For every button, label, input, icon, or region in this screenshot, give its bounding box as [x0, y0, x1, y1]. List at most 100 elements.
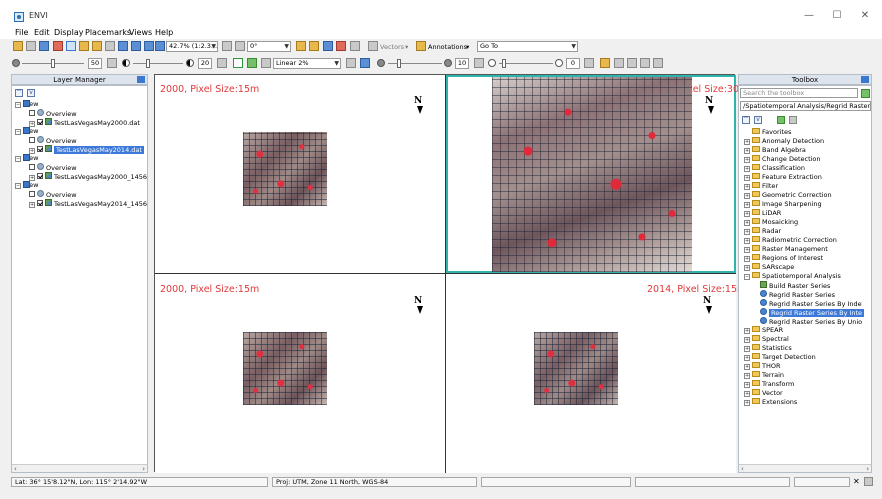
view-grid[interactable]: 2000, Pixel Size:15m N 2014, Pixel Size:… [154, 74, 748, 473]
view-2[interactable]: 2014, Pixel Size:30m N [446, 75, 748, 273]
toolbox-folder[interactable]: + Radar [744, 227, 781, 236]
toolbox-folder[interactable]: + Raster Management [744, 245, 828, 254]
overview-checkbox[interactable] [29, 137, 35, 143]
toolbox-tool[interactable]: Regrid Raster Series By Unio [760, 317, 862, 326]
view-4[interactable]: 2014, Pixel Size:15m N [446, 274, 746, 473]
toolbox-path-field[interactable]: /Spatiotemporal Analysis/Regrid Raster [740, 101, 871, 111]
toolbox-hscroll[interactable]: ‹ › [739, 464, 871, 473]
expand-icon[interactable]: + [744, 364, 750, 370]
tree-view-3[interactable]: − View [15, 154, 38, 163]
contrast-slider[interactable] [146, 59, 150, 68]
tree-layer-2[interactable]: + TestLasVegasMay2014.dat [29, 145, 144, 154]
expand-icon[interactable]: + [744, 166, 750, 172]
menu-placemarks[interactable]: Placemarks [85, 28, 131, 37]
rotate-right-icon[interactable] [235, 41, 245, 51]
select-cursor-icon[interactable] [66, 41, 76, 51]
full-extent-icon[interactable] [155, 41, 165, 51]
portal-icon[interactable] [614, 58, 624, 68]
roi-tool-icon[interactable] [336, 41, 346, 51]
rotation-combo[interactable]: 0° ▼ [247, 41, 291, 52]
annotation-text-icon[interactable] [350, 41, 360, 51]
overview-checkbox[interactable] [29, 191, 35, 197]
toolbox-folder[interactable]: + Radiometric Correction [744, 236, 837, 245]
toolbox-tool[interactable]: Regrid Raster Series [760, 290, 835, 299]
vector-tool-icon[interactable] [368, 41, 378, 51]
collapse-icon[interactable]: − [744, 274, 750, 280]
collapse-all-icon[interactable]: ^ [15, 89, 23, 97]
collapse-icon[interactable]: − [15, 102, 21, 108]
histogram-icon[interactable] [360, 58, 370, 68]
tree-layer-1[interactable]: + TestLasVegasMay2000.dat [29, 118, 140, 127]
sharpen-value[interactable]: 10 [455, 58, 469, 69]
expand-icon[interactable]: + [744, 175, 750, 181]
expand-icon[interactable]: + [744, 139, 750, 145]
toolbox-folder[interactable]: + Geometric Correction [744, 191, 832, 200]
toolbox-tool[interactable]: Build Raster Series [760, 281, 830, 290]
collapse-icon[interactable]: − [15, 156, 21, 162]
expand-icon[interactable]: + [744, 220, 750, 226]
tree-layer-3[interactable]: +TestLasVegasMay2000_1456301 [29, 172, 147, 181]
toolbox-folder[interactable]: + THOR [744, 362, 781, 371]
toolbox-folder[interactable]: Favorites [752, 128, 791, 137]
close-button[interactable]: ✕ [856, 8, 874, 24]
refresh-icon[interactable] [861, 89, 870, 98]
toolbox-folder[interactable]: + Classification [744, 164, 805, 173]
toolbox-folder[interactable]: + Mosaicking [744, 218, 798, 227]
toolbox-folder[interactable]: + SPEAR [744, 326, 783, 335]
toolbox-folder[interactable]: + Image Sharpening [744, 200, 822, 209]
toolbox-folder[interactable]: + Spectral [744, 335, 789, 344]
scroll-right-icon[interactable]: › [866, 465, 869, 473]
menu-edit[interactable]: Edit [34, 28, 50, 37]
expand-icon[interactable]: + [744, 337, 750, 343]
expand-icon[interactable]: + [744, 193, 750, 199]
maximize-button[interactable]: ☐ [828, 8, 846, 24]
expand-icon[interactable]: + [744, 346, 750, 352]
toolbox-folder[interactable]: + Extensions [744, 398, 797, 407]
layer-checkbox[interactable] [37, 173, 43, 179]
expand-icon[interactable]: + [744, 391, 750, 397]
view-3[interactable]: 2000, Pixel Size:15m N [155, 274, 445, 473]
add-favorite-icon[interactable] [777, 116, 785, 124]
tree-view-2[interactable]: − View [15, 127, 38, 136]
overview-checkbox[interactable] [29, 164, 35, 170]
expand-icon[interactable]: + [744, 157, 750, 163]
expand-icon[interactable]: + [29, 202, 35, 208]
pin-icon[interactable] [861, 76, 869, 83]
zoom-combo[interactable]: 42.7% (1:2.3... ▼ [166, 41, 218, 52]
collapse-icon[interactable]: − [15, 183, 21, 189]
process-manager-icon[interactable] [864, 477, 873, 486]
blend-icon[interactable] [627, 58, 637, 68]
menu-views[interactable]: Views [129, 28, 152, 37]
overview-checkbox[interactable] [29, 110, 35, 116]
remove-favorite-icon[interactable] [789, 116, 797, 124]
layer-manager-icon[interactable] [39, 41, 49, 51]
expand-icon[interactable]: + [744, 256, 750, 262]
toolbox-folder[interactable]: + Filter [744, 182, 778, 191]
brightness-value[interactable]: 50 [88, 58, 102, 69]
menu-help[interactable]: Help [155, 28, 173, 37]
expand-icon[interactable]: + [744, 400, 750, 406]
data-manager-icon[interactable] [26, 41, 36, 51]
vector-edit-icon[interactable] [323, 41, 333, 51]
minimize-button[interactable]: — [800, 8, 818, 24]
tree-view-1[interactable]: − View [15, 100, 38, 109]
toolbox-folder[interactable]: + LiDAR [744, 209, 781, 218]
fly-icon[interactable] [92, 41, 102, 51]
toolbox-folder[interactable]: + Feature Extraction [744, 173, 822, 182]
toolbox-folder[interactable]: − Spatiotemporal Analysis [744, 272, 841, 281]
refresh-stretch-icon[interactable] [247, 58, 257, 68]
scroll-right-icon[interactable]: › [142, 465, 145, 473]
expand-icon[interactable]: + [744, 184, 750, 190]
menu-file[interactable]: File [15, 28, 28, 37]
reset-transparency-icon[interactable] [584, 58, 594, 68]
stretch-type-icon[interactable] [261, 58, 271, 68]
pan-hand-icon[interactable] [79, 41, 89, 51]
collapse-all-icon[interactable]: ^ [742, 116, 750, 124]
transparency-value[interactable]: 0 [566, 58, 580, 69]
cancel-process-icon[interactable]: ✕ [853, 477, 860, 486]
stretch-icon[interactable] [233, 58, 243, 68]
rotate-icon[interactable] [105, 41, 115, 51]
expand-all-icon[interactable]: v [754, 116, 762, 124]
sharpen-slider[interactable] [397, 59, 401, 68]
toolbox-folder[interactable]: + Regions of Interest [744, 254, 823, 263]
